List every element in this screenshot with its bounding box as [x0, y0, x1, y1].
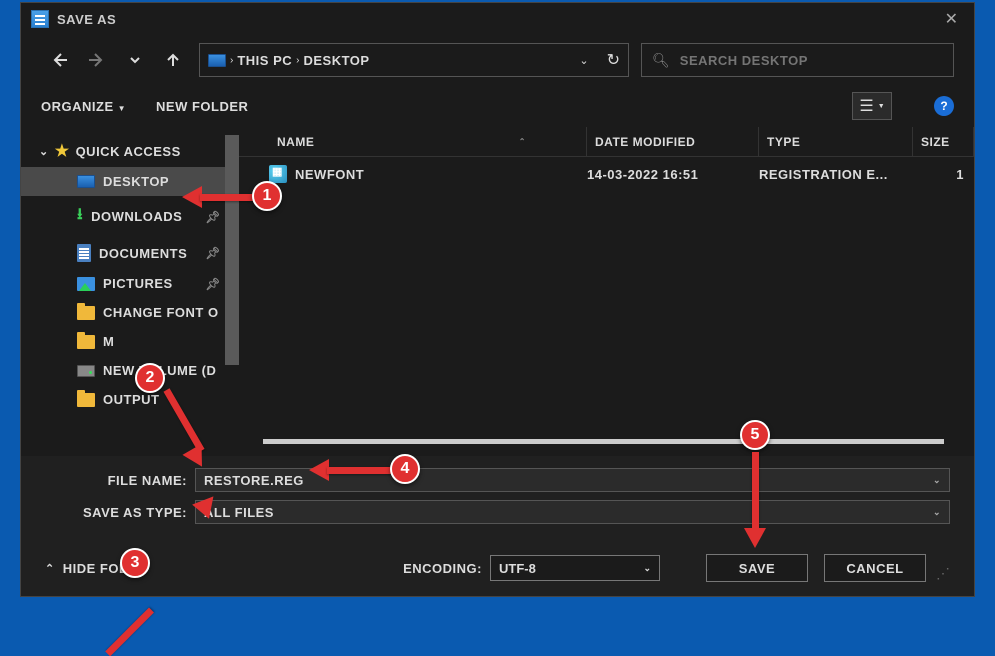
document-icon: [77, 244, 91, 262]
chevron-down-icon[interactable]: ⌄: [933, 475, 941, 486]
help-button[interactable]: ?: [934, 96, 954, 116]
sidebar-item-label: DESKTOP: [103, 174, 169, 189]
horizontal-scrollbar[interactable]: [263, 439, 944, 444]
address-bar[interactable]: › THIS PC › DESKTOP ⌄ ↻: [199, 43, 629, 77]
sidebar-item-label: DOCUMENTS: [99, 246, 187, 261]
hide-folders-label: HIDE FOL: [63, 561, 128, 576]
bottom-panel: FILE NAME: RESTORE.REG ⌄ SAVE AS TYPE: A…: [21, 456, 974, 596]
hide-folders-button[interactable]: ⌃ HIDE FOL: [45, 561, 127, 576]
content-split: ⌄ ★ QUICK ACCESS DESKTOP⭳DOWNLOADS📌︎DOCU…: [21, 127, 974, 456]
save-button[interactable]: SAVE: [706, 554, 808, 582]
star-icon: ★: [55, 141, 70, 161]
column-date[interactable]: DATE MODIFIED: [587, 127, 759, 156]
encoding-select[interactable]: UTF-8 ⌄: [490, 555, 660, 581]
breadcrumb-leaf[interactable]: DESKTOP: [303, 53, 369, 68]
sidebar-item-label: DOWNLOADS: [91, 209, 182, 224]
save-type-select[interactable]: ALL FILES ⌄: [195, 500, 950, 524]
sidebar-item-change-font-o[interactable]: CHANGE FONT O: [21, 298, 239, 327]
sidebar-item-m[interactable]: M: [21, 327, 239, 356]
reg-file-icon: [269, 165, 287, 183]
picture-icon: [77, 277, 95, 291]
sidebar-item-label: NEW VOLUME (D: [103, 363, 216, 378]
organize-menu[interactable]: ORGANIZE ▼: [41, 99, 126, 114]
column-size[interactable]: SIZE: [913, 127, 974, 156]
organize-label: ORGANIZE: [41, 99, 114, 114]
file-name-input[interactable]: RESTORE.REG ⌄: [195, 468, 950, 492]
chevron-down-icon: ▼: [118, 104, 126, 113]
encoding-value: UTF-8: [499, 561, 536, 576]
close-button[interactable]: ✕: [933, 5, 970, 33]
sidebar-item-label: OUTPUT: [103, 392, 159, 407]
folder-icon: [77, 306, 95, 320]
new-folder-button[interactable]: NEW FOLDER: [156, 99, 248, 114]
chevron-down-icon: ⌄: [39, 145, 49, 158]
search-input[interactable]: [680, 53, 943, 68]
sidebar-item-output[interactable]: OUTPUT: [21, 385, 239, 414]
sort-indicator-icon: ⌃: [519, 137, 526, 146]
breadcrumb-root[interactable]: THIS PC: [237, 53, 292, 68]
chevron-down-icon[interactable]: ⌄: [579, 54, 588, 67]
chevron-down-icon[interactable]: ⌄: [933, 507, 941, 518]
sidebar-header-quick-access[interactable]: ⌄ ★ QUICK ACCESS: [21, 135, 239, 167]
sidebar-item-desktop[interactable]: DESKTOP: [21, 167, 239, 196]
search-box[interactable]: 🔍︎: [641, 43, 954, 77]
folder-icon: [77, 335, 95, 349]
file-date: 14-03-2022 16:51: [587, 167, 759, 182]
file-name: NEWFONT: [295, 167, 364, 182]
column-headers: NAME⌃ DATE MODIFIED TYPE SIZE: [239, 127, 974, 157]
nav-row: › THIS PC › DESKTOP ⌄ ↻ 🔍︎: [21, 35, 974, 85]
monitor-icon: [77, 175, 95, 188]
save-as-dialog: SAVE AS ✕ › THIS PC › DESKTOP ⌄ ↻ 🔍︎ ORG…: [20, 2, 975, 597]
pc-icon: [208, 54, 226, 67]
list-icon: ☰: [859, 96, 873, 116]
search-icon: 🔍︎: [652, 52, 670, 69]
forward-button[interactable]: [79, 42, 115, 78]
file-row[interactable]: NEWFONT 14-03-2022 16:51REGISTRATION E...…: [239, 157, 974, 191]
download-icon: ⭳: [77, 203, 83, 230]
refresh-button[interactable]: ↻: [607, 50, 620, 70]
file-type: REGISTRATION E...: [759, 167, 913, 182]
titlebar: SAVE AS ✕: [21, 3, 974, 35]
pin-icon: 📌︎: [205, 277, 221, 291]
chevron-right-icon: ›: [226, 55, 237, 66]
view-mode-button[interactable]: ☰▼: [852, 92, 892, 120]
encoding-label: ENCODING:: [403, 561, 482, 576]
save-type-label: SAVE AS TYPE:: [45, 505, 195, 520]
actions-row: ⌃ HIDE FOL ENCODING: UTF-8 ⌄ SAVE CANCEL…: [45, 554, 950, 582]
chevron-right-icon: ›: [292, 55, 303, 66]
window-title: SAVE AS: [57, 12, 933, 27]
chevron-up-icon: ⌃: [45, 562, 55, 575]
sidebar-item-label: M: [103, 334, 114, 349]
sidebar-item-new-volume-d[interactable]: NEW VOLUME (D: [21, 356, 239, 385]
file-list-area: NAME⌃ DATE MODIFIED TYPE SIZE NEWFONT 14-…: [239, 127, 974, 456]
file-size: 1: [913, 167, 974, 182]
chevron-down-icon[interactable]: ⌄: [643, 563, 651, 574]
up-button[interactable]: [155, 42, 191, 78]
chevron-down-icon: ▼: [878, 103, 885, 110]
back-button[interactable]: [41, 42, 77, 78]
toolbar: ORGANIZE▼ NEW FOLDER ☰▼ ?: [21, 85, 974, 127]
sidebar-item-pictures[interactable]: PICTURES 📌︎: [21, 269, 239, 298]
file-name-value: RESTORE.REG: [204, 473, 304, 488]
resize-grip[interactable]: ⋰: [936, 565, 950, 582]
column-name[interactable]: NAME⌃: [269, 127, 587, 156]
column-type[interactable]: TYPE: [759, 127, 913, 156]
file-name-label: FILE NAME:: [45, 473, 195, 488]
sidebar-item-label: PICTURES: [103, 276, 173, 291]
cancel-button[interactable]: CANCEL: [824, 554, 926, 582]
sidebar-item-downloads[interactable]: ⭳ DOWNLOADS 📌︎: [21, 196, 239, 237]
recent-dropdown[interactable]: [117, 42, 153, 78]
pin-icon: 📌︎: [205, 246, 221, 260]
drive-icon: [77, 365, 95, 377]
sidebar-item-documents[interactable]: DOCUMENTS 📌︎: [21, 237, 239, 269]
sidebar: ⌄ ★ QUICK ACCESS DESKTOP⭳DOWNLOADS📌︎DOCU…: [21, 127, 239, 456]
quick-access-label: QUICK ACCESS: [76, 144, 181, 159]
folder-icon: [77, 393, 95, 407]
notepad-icon: [31, 10, 49, 28]
sidebar-item-label: CHANGE FONT O: [103, 305, 219, 320]
sidebar-scrollbar[interactable]: [225, 135, 239, 365]
save-type-value: ALL FILES: [204, 505, 274, 520]
pin-icon: 📌︎: [205, 210, 221, 224]
